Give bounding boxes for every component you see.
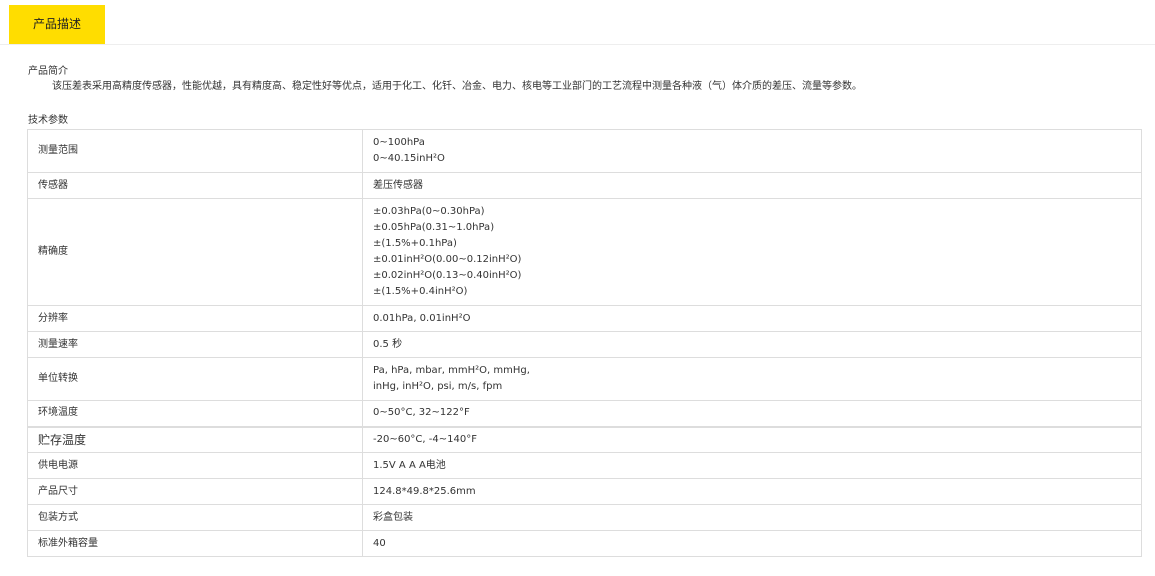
spec-value-line: 124.8*49.8*25.6mm <box>373 485 476 497</box>
spec-value-line: 0.5 秒 <box>373 338 403 350</box>
spec-value-line: ±0.01inH²O(0.00~0.12inH²O) <box>373 254 522 265</box>
spec-value-line: 彩盒包装 <box>373 511 413 523</box>
table-row: 贮存温度 -20~60°C, -4~140°F <box>27 425 1142 453</box>
spec-value: ±0.03hPa(0~0.30hPa) ±0.05hPa(0.31~1.0hPa… <box>362 198 1142 306</box>
spec-label: 单位转换 <box>27 357 363 401</box>
table-row: 测量速率 0.5 秒 <box>27 331 1142 358</box>
table-row: 包装方式 彩盒包装 <box>27 504 1142 531</box>
spec-label: 分辨率 <box>27 305 363 332</box>
table-row: 产品尺寸 124.8*49.8*25.6mm <box>27 478 1142 505</box>
spec-value-line: ±(1.5%+0.4inH²O) <box>373 286 468 297</box>
spec-value: 0~100hPa 0~40.15inH²O <box>362 129 1142 173</box>
spec-value-line: 1.5V A A A电池 <box>373 459 446 471</box>
table-row: 精确度 ±0.03hPa(0~0.30hPa) ±0.05hPa(0.31~1.… <box>27 198 1142 306</box>
spec-value-line: -20~60°C, -4~140°F <box>373 433 477 445</box>
spec-value: 0.01hPa, 0.01inH²O <box>362 305 1142 332</box>
table-row: 标准外箱容量 40 <box>27 530 1142 557</box>
spec-label: 测量速率 <box>27 331 363 358</box>
table-row: 供电电源 1.5V A A A电池 <box>27 452 1142 479</box>
spec-value: -20~60°C, -4~140°F <box>362 425 1142 453</box>
spec-value-line: 0.01hPa, 0.01inH²O <box>373 312 471 324</box>
tab-product-description[interactable]: 产品描述 <box>9 5 105 44</box>
spec-value: 40 <box>362 530 1142 557</box>
spec-label: 精确度 <box>27 198 363 306</box>
spec-value: Pa, hPa, mbar, mmH²O, mmHg, inHg, inH²O,… <box>362 357 1142 401</box>
spec-value-line: 0~40.15inH²O <box>373 153 445 164</box>
spec-label: 贮存温度 <box>27 425 363 453</box>
spec-value-line: inHg, inH²O, psi, m/s, fpm <box>373 381 503 392</box>
spec-title: 技术参数 <box>28 115 68 126</box>
spec-value-line: ±0.05hPa(0.31~1.0hPa) <box>373 222 495 233</box>
spec-label: 产品尺寸 <box>27 478 363 505</box>
table-row: 单位转换 Pa, hPa, mbar, mmH²O, mmHg, inHg, i… <box>27 357 1142 401</box>
spec-value: 0~50°C, 32~122°F <box>362 400 1142 427</box>
spec-table: 测量范围 0~100hPa 0~40.15inH²O 传感器 差压传感器 精确度… <box>27 129 1142 557</box>
spec-label: 测量范围 <box>27 129 363 173</box>
table-row: 传感器 差压传感器 <box>27 172 1142 199</box>
table-row: 环境温度 0~50°C, 32~122°F <box>27 400 1142 427</box>
spec-label: 标准外箱容量 <box>27 530 363 557</box>
table-row: 分辨率 0.01hPa, 0.01inH²O <box>27 305 1142 332</box>
spec-value-line: 40 <box>373 537 386 549</box>
intro-text: 该压差表采用高精度传感器，性能优越，具有精度高、稳定性好等优点，适用于化工、化钎… <box>52 81 862 92</box>
spec-value-line: Pa, hPa, mbar, mmH²O, mmHg, <box>373 365 530 376</box>
spec-label: 供电电源 <box>27 452 363 479</box>
spec-label: 环境温度 <box>27 400 363 427</box>
spec-value-line: ±0.02inH²O(0.13~0.40inH²O) <box>373 270 522 281</box>
spec-value: 差压传感器 <box>362 172 1142 199</box>
tab-bar: 产品描述 <box>0 0 1155 45</box>
spec-value-line: 0~100hPa <box>373 137 425 148</box>
spec-label: 包装方式 <box>27 504 363 531</box>
spec-value-line: 差压传感器 <box>373 179 423 191</box>
spec-value: 124.8*49.8*25.6mm <box>362 478 1142 505</box>
spec-label: 传感器 <box>27 172 363 199</box>
intro-title: 产品简介 <box>28 66 68 77</box>
spec-value-line: ±0.03hPa(0~0.30hPa) <box>373 206 485 217</box>
spec-value: 1.5V A A A电池 <box>362 452 1142 479</box>
spec-value-line: ±(1.5%+0.1hPa) <box>373 238 457 249</box>
table-row: 测量范围 0~100hPa 0~40.15inH²O <box>27 129 1142 173</box>
spec-value-line: 0~50°C, 32~122°F <box>373 407 470 419</box>
spec-value: 彩盒包装 <box>362 504 1142 531</box>
spec-value: 0.5 秒 <box>362 331 1142 358</box>
